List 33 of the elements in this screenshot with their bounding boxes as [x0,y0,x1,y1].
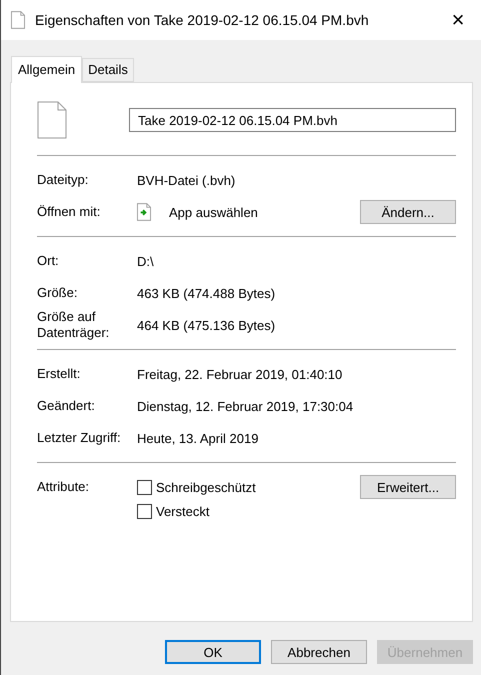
checkbox[interactable] [137,504,152,518]
field-label: Größe auf Datenträger: [37,309,110,341]
checkbox-label: Versteckt [156,504,210,518]
field-label: Ort: [37,253,60,269]
file-icon [37,101,67,139]
field-value: 464 KB (475.136 Bytes) [137,318,276,332]
window-title: Eigenschaften von Take 2019-02-12 06.15.04 PM.bvh [35,12,370,28]
field-value: 463 KB (474.488 Bytes) [137,286,276,300]
field-label: Größe: [37,285,78,301]
field-label: Geändert: [37,398,96,414]
field-label: Letzter Zugriff: [37,430,122,446]
app-arrow-icon [137,203,151,221]
field-label: Dateityp: [37,172,90,188]
change-button[interactable]: Ändern... [360,200,456,224]
file-name-field[interactable]: Take 2019-02-12 06.15.04 PM.bvh [129,108,456,132]
field-label: Erstellt: [37,366,82,382]
field-value: D:\ [137,254,155,268]
checkbox-label: Schreibgeschützt [156,480,256,494]
tab[interactable]: Details [82,58,134,82]
field-value: BVH-Datei (.bvh) [137,172,236,188]
field-label: Attribute: [37,478,90,495]
close-icon[interactable]: × [435,7,481,33]
dialog-button[interactable]: OK [165,640,261,664]
field-value: Heute, 13. April 2019 [137,430,260,446]
field-label: Öffnen mit: [37,204,102,220]
tab[interactable]: Allgemein [11,56,82,83]
file-icon [11,11,25,29]
field-value: Dienstag, 12. Februar 2019, 17:30:04 [137,398,354,414]
field-value: App auswählen [169,204,259,220]
field-value: Freitag, 22. Februar 2019, 01:40:10 [137,366,344,382]
dialog-button[interactable]: Abbrechen [271,640,367,664]
checkbox[interactable] [137,480,152,494]
advanced-button[interactable]: Erweitert... [360,475,456,499]
